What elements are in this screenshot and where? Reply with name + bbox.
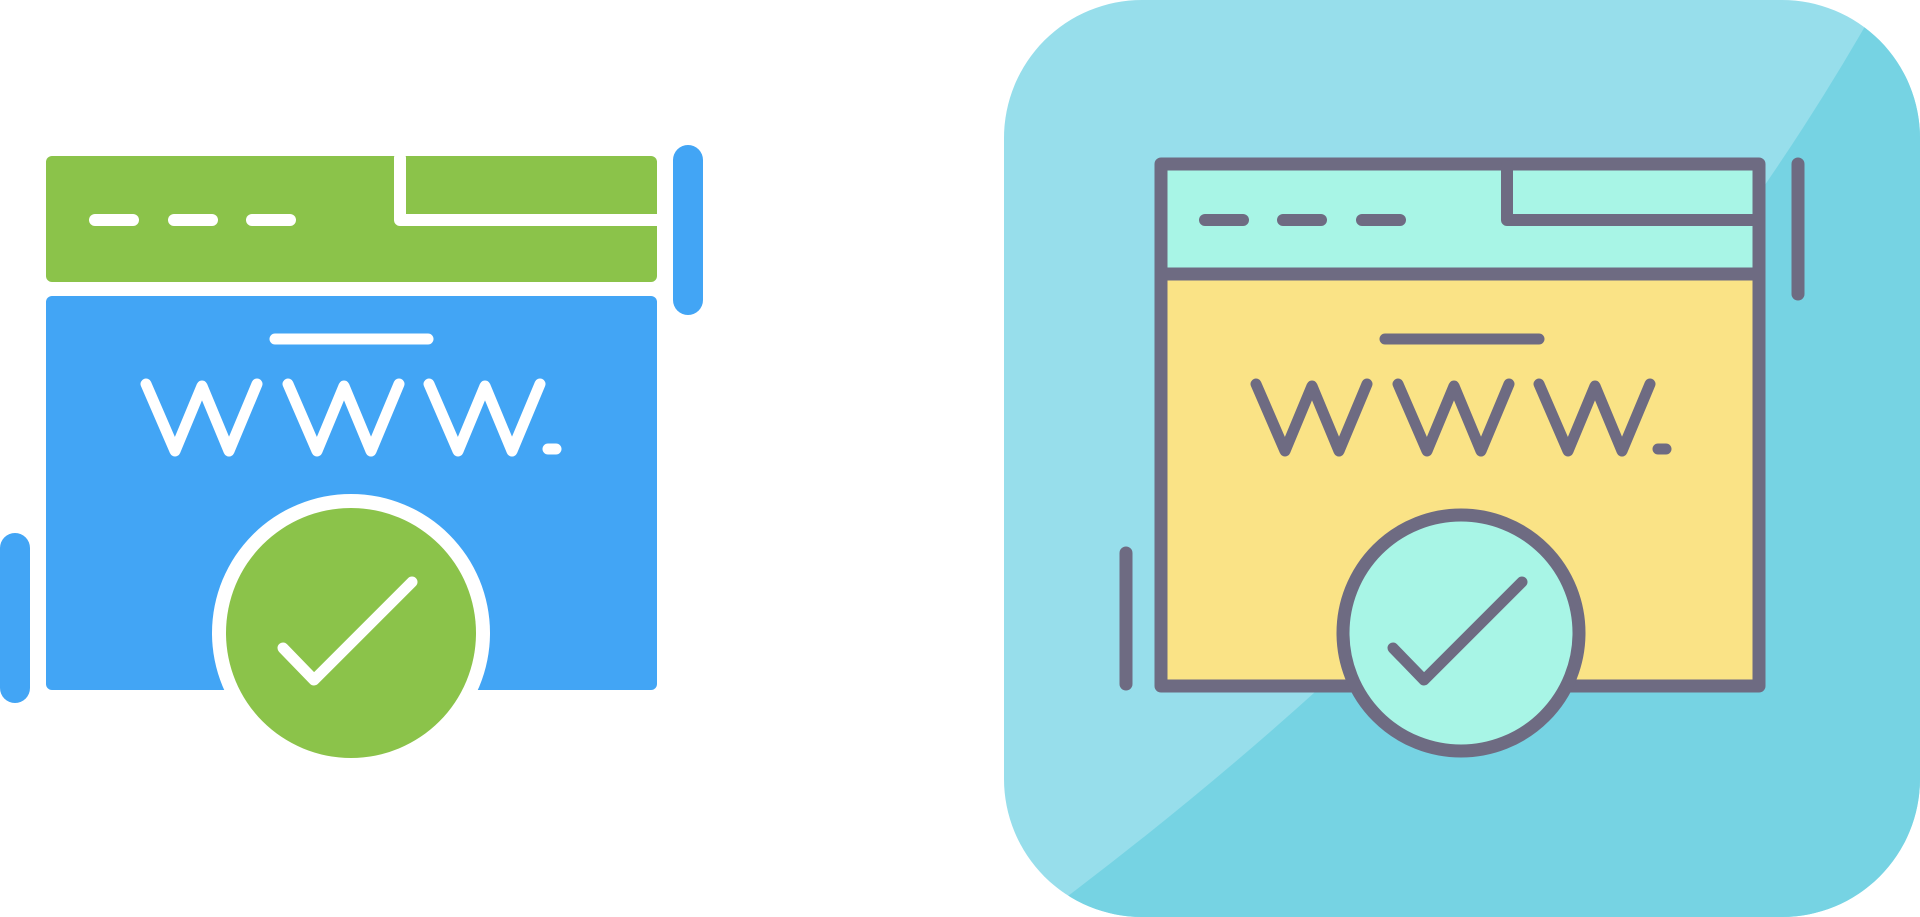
website-check-icon-outline [1004, 0, 1920, 917]
icon-canvas [0, 0, 1920, 917]
website-check-icon-flat [0, 145, 703, 772]
check-badge [1336, 508, 1586, 758]
check-badge [226, 508, 476, 758]
